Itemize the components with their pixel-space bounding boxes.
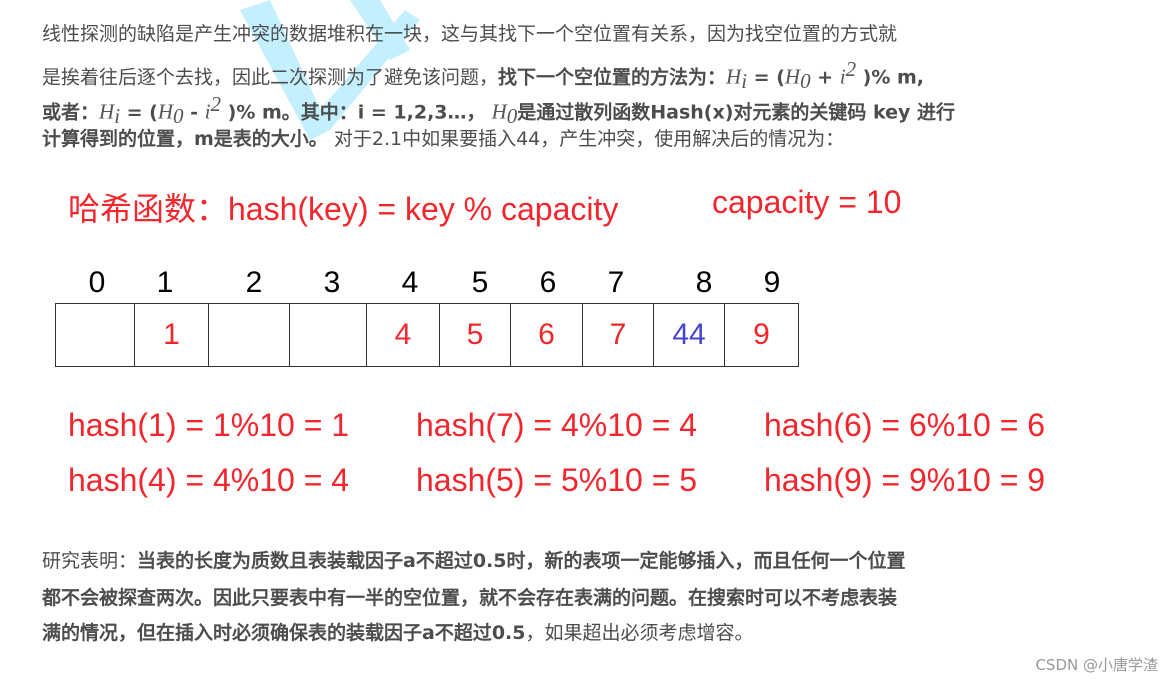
formula: hash(5) = 5%10 = 5 [416, 462, 698, 498]
text-bold: - [183, 101, 205, 124]
para1-line3: 或者：Hi = (H0 - i2 )% m。其中：i = 1,2,3…， H0是… [42, 92, 955, 128]
table-cell: 7 [582, 303, 654, 367]
text-bold: 是通过散列函数Hash(x)对元素的关键码 key 进行 [517, 101, 956, 124]
table-cell: 6 [510, 303, 583, 367]
math: 0 [173, 104, 184, 129]
formula: hash(6) = 6%10 = 6 [764, 407, 1046, 443]
table-cell [55, 303, 135, 367]
table-cell: 4 [366, 303, 440, 367]
table-cell [208, 303, 290, 367]
index-label: 1 [156, 266, 174, 299]
text: 对于2.1中如果要插入44，产生冲突，使用解决后的情况为： [327, 128, 845, 150]
formula: hash(9) = 9%10 = 9 [764, 462, 1046, 498]
math: H [157, 99, 174, 124]
table-cell: 44 [653, 303, 725, 367]
formula: hash(1) = 1%10 = 1 [68, 407, 350, 443]
text-bold: + [810, 66, 840, 89]
table-cell: 1 [134, 303, 209, 367]
text-bold: 当表的长度为质数且表装载因子a不超过0.5时，新的表项一定能够插入，而且任何一个… [137, 550, 906, 572]
text-bold: = ( [747, 66, 785, 89]
text-bold: 满的情况，但在插入时必须确保表的装载因子a不超过0.5 [42, 622, 526, 644]
index-label: 4 [401, 266, 419, 299]
text-bold: 或者： [42, 101, 100, 124]
index-label: 5 [471, 266, 489, 299]
text: ，如果超出必须考虑增容。 [525, 622, 754, 644]
table-cell: 9 [724, 303, 799, 367]
index-label: 2 [245, 266, 263, 299]
index-label: 7 [607, 266, 625, 299]
text-bold: = ( [120, 101, 158, 124]
formula: hash(4) = 4%10 = 4 [68, 462, 350, 498]
hash-table: 1 4 5 6 7 44 9 [55, 303, 799, 367]
table-cell [289, 303, 367, 367]
text-bold: )% m。其中：i = 1,2,3…， [221, 101, 486, 124]
text: 研究表明： [42, 550, 138, 572]
math: H [726, 64, 742, 89]
para1-line4: 计算得到的位置，m是表的大小。 对于2.1中如果要插入44，产生冲突，使用解决后… [42, 127, 844, 151]
math: H [99, 99, 115, 124]
table-cell: 5 [439, 303, 511, 367]
math: 2 [210, 92, 222, 116]
math: 2 [845, 57, 857, 81]
para2-line3: 满的情况，但在插入时必须确保表的装载因子a不超过0.5，如果超出必须考虑增容。 [42, 621, 754, 645]
csdn-watermark: CSDN @小唐学渣 [1035, 656, 1158, 674]
math: H [491, 99, 507, 124]
hash-function-title: 哈希函数：hash(key) = key % capacity [68, 191, 619, 227]
para2-line2: 都不会被探查两次。因此只要表中有一半的空位置，就不会存在表满的问题。在搜索时可以… [42, 587, 898, 609]
text-bold: )% m, [856, 66, 925, 89]
text-bold: 计算得到的位置，m是表的大小。 [42, 128, 328, 150]
index-label: 8 [695, 266, 713, 299]
index-label: 3 [323, 266, 341, 299]
text: 是挨着往后逐个去找，因此二次探测为了避免该问题， [42, 66, 499, 89]
para1-line1: 线性探测的缺陷是产生冲突的数据堆积在一块，这与其找下一个空位置有关系，因为找空位… [42, 23, 898, 45]
formula: hash(7) = 4%10 = 4 [416, 407, 698, 443]
math: 0 [800, 69, 811, 94]
math: 0 [506, 104, 518, 129]
para1-line2: 是挨着往后逐个去找，因此二次探测为了避免该问题，找下一个空位置的方法为：Hi =… [42, 57, 924, 93]
capacity-label: capacity = 10 [712, 184, 902, 220]
index-label: 9 [763, 266, 781, 299]
index-label: 6 [539, 266, 557, 299]
index-label: 0 [88, 266, 106, 299]
math: H [784, 64, 801, 89]
para2-line1: 研究表明：当表的长度为质数且表装载因子a不超过0.5时，新的表项一定能够插入，而… [42, 549, 906, 573]
text-bold: 找下一个空位置的方法为： [498, 66, 727, 89]
